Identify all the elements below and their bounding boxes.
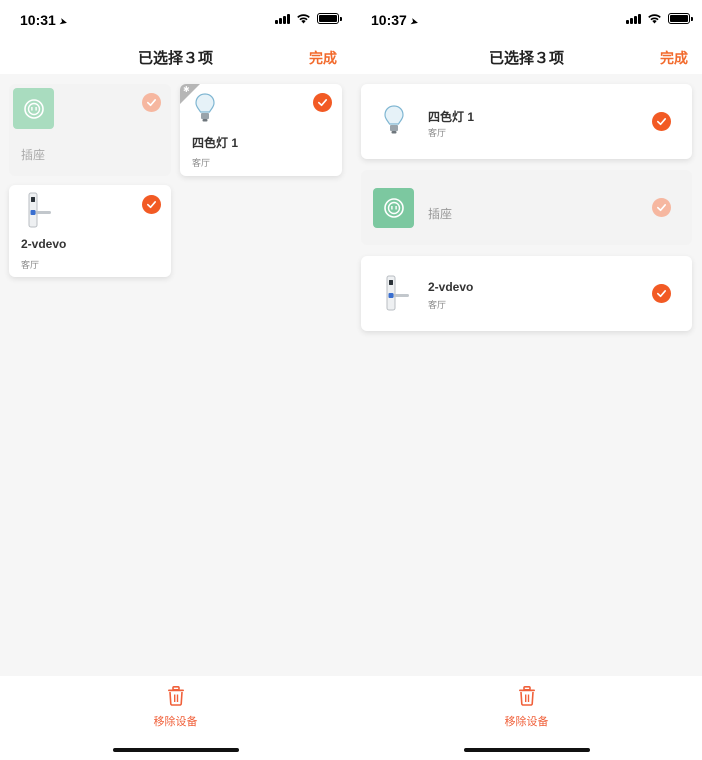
trash-icon[interactable] (167, 686, 185, 706)
bluetooth-icon: ✱ (183, 85, 190, 94)
phone-screen-list: 10:37➤ 已选择３项 完成 四色灯 1 客厅 插座 2-vdevo 客厅 (351, 0, 702, 760)
bottom-toolbar: 移除设备 (0, 676, 351, 760)
device-name: 四色灯 1 (192, 136, 239, 150)
remove-device-button[interactable]: 移除设备 (0, 713, 351, 729)
bulb-icon (383, 104, 405, 136)
page-title: 已选择３项 (137, 50, 213, 67)
status-bar: 10:31 ➤ (0, 0, 351, 40)
page-title: 已选择３项 (488, 50, 564, 67)
device-room: 客厅 (428, 300, 447, 310)
battery-icon (668, 13, 693, 24)
device-name: 四色灯 1 (428, 110, 475, 124)
bulb-icon (194, 92, 216, 124)
device-row-bulb[interactable]: 四色灯 1 客厅 (361, 84, 692, 159)
selected-check-icon[interactable] (652, 112, 671, 131)
remove-device-button[interactable]: 移除设备 (351, 713, 702, 729)
done-button[interactable]: 完成 (309, 48, 337, 68)
selected-check-icon[interactable] (652, 284, 671, 303)
door-lock-icon (25, 191, 53, 229)
selected-check-icon[interactable] (313, 93, 332, 112)
device-name: 插座 (21, 148, 46, 162)
device-card-bulb[interactable]: ✱ 四色灯 1 客厅 (180, 84, 342, 176)
socket-icon (373, 188, 414, 228)
done-button[interactable]: 完成 (660, 48, 688, 68)
device-room: 客厅 (428, 128, 447, 138)
cellular-signal-icon (275, 14, 291, 24)
device-name: 2-vdevo (21, 237, 67, 251)
device-name: 2-vdevo (428, 280, 474, 294)
battery-icon (317, 13, 342, 24)
wifi-icon (297, 14, 310, 24)
status-time: 10:31 ➤ (20, 12, 69, 29)
device-name: 插座 (428, 207, 453, 221)
status-bar: 10:37 ➤ (351, 0, 702, 40)
home-indicator (463, 748, 590, 752)
status-time: 10:37 ➤ (371, 12, 420, 29)
door-lock-icon (383, 274, 411, 312)
selected-check-icon[interactable] (142, 93, 161, 112)
device-room: 客厅 (21, 260, 40, 270)
device-row-socket[interactable]: 插座 (361, 170, 692, 245)
nav-bar: 已选择３项 完成 (351, 40, 702, 74)
device-room: 客厅 (192, 158, 211, 168)
cellular-signal-icon (626, 14, 642, 24)
device-card-socket[interactable]: 插座 (9, 84, 171, 176)
device-row-lock[interactable]: 2-vdevo 客厅 (361, 256, 692, 331)
bottom-toolbar: 移除设备 (351, 676, 702, 760)
wifi-icon (648, 14, 661, 24)
device-card-lock[interactable]: 2-vdevo 客厅 (9, 185, 171, 277)
socket-icon (13, 88, 54, 129)
nav-bar: 已选择３项 完成 (0, 40, 351, 74)
location-arrow-icon: ➤ (57, 16, 69, 29)
phone-screen-grid: 10:31 ➤ 已选择３项 完成 插座 ✱ 四色灯 1 客厅 2-vdevo 客厅 (0, 0, 351, 760)
selected-check-icon[interactable] (142, 195, 161, 214)
location-arrow-icon: ➤ (408, 16, 420, 29)
selected-check-icon[interactable] (652, 198, 671, 217)
home-indicator (112, 748, 239, 752)
trash-icon[interactable] (518, 686, 536, 706)
